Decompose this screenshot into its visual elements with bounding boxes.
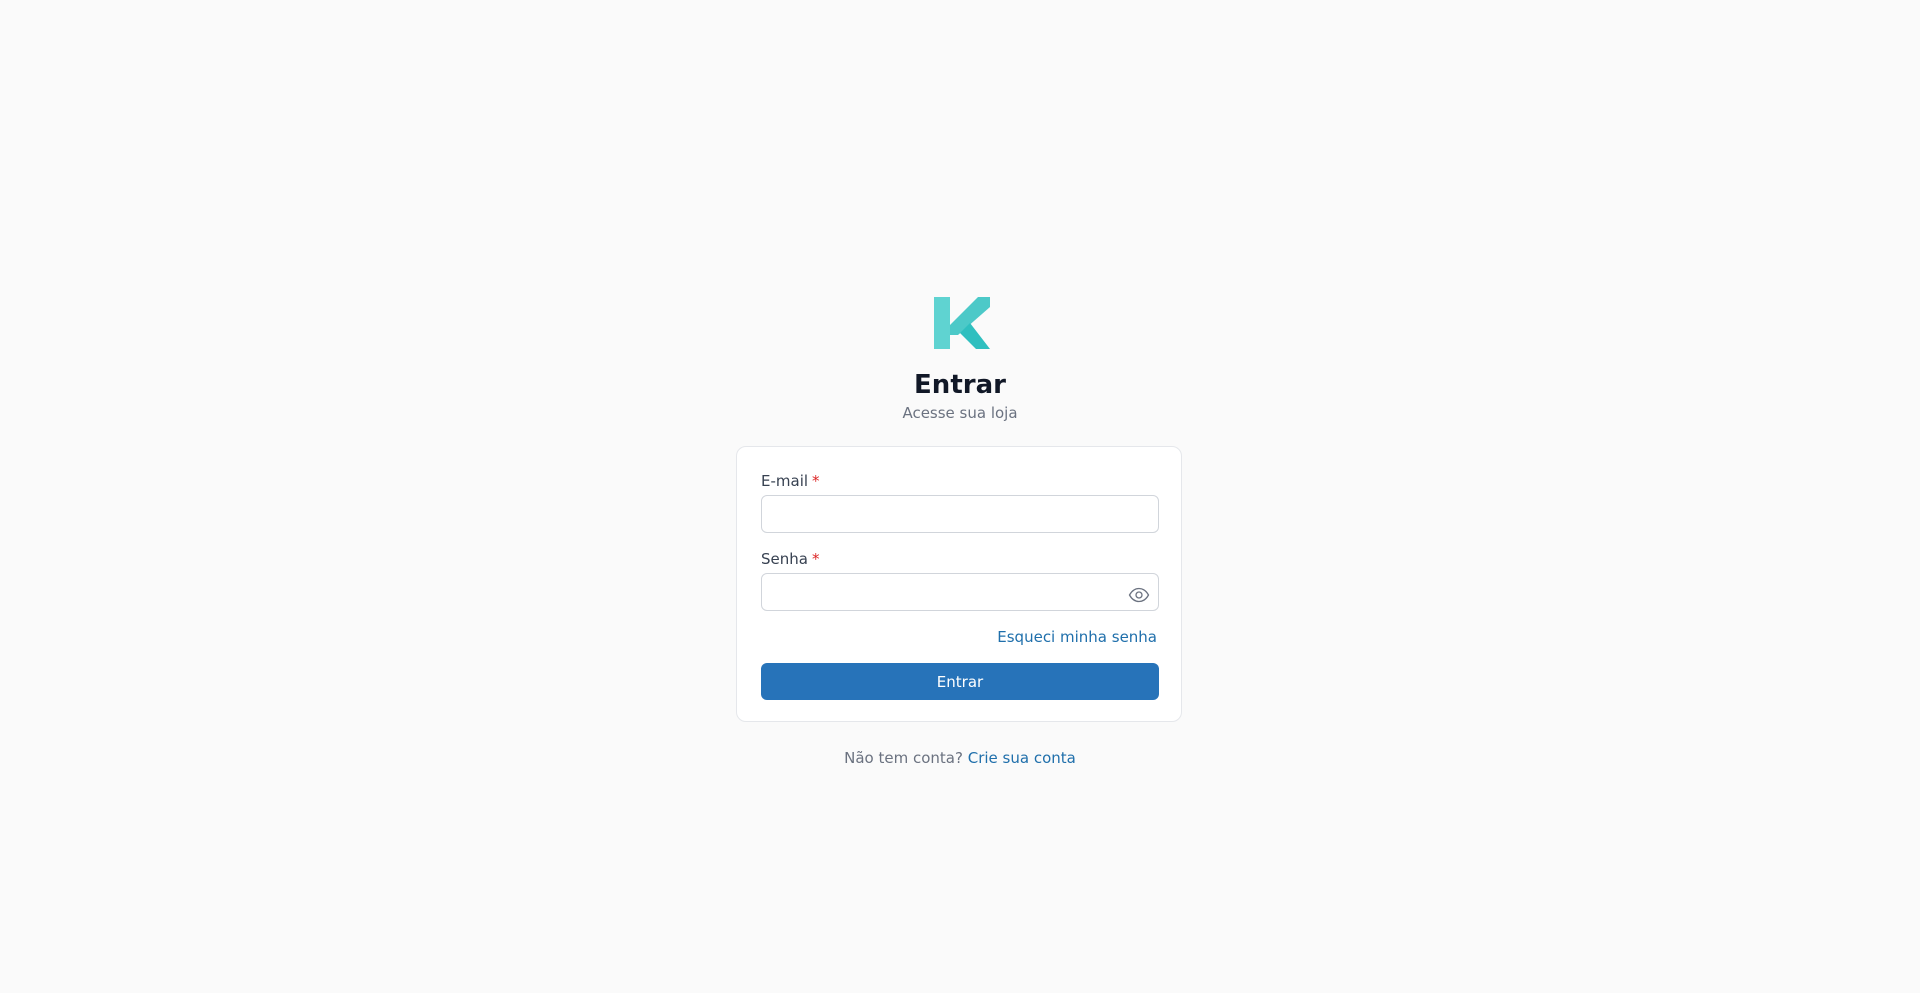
email-label: E-mail * bbox=[761, 471, 820, 491]
signup-prompt: Não tem conta? Crie sua conta bbox=[0, 747, 1920, 769]
password-label: Senha * bbox=[761, 549, 819, 569]
email-field[interactable] bbox=[761, 495, 1159, 533]
email-required-mark: * bbox=[812, 472, 820, 490]
eye-icon[interactable] bbox=[1127, 583, 1151, 607]
signup-prompt-text: Não tem conta? bbox=[844, 749, 963, 767]
k-logo-icon bbox=[934, 297, 990, 349]
login-card: E-mail * Senha * Esqueci minha senha Entra… bbox=[736, 446, 1182, 722]
password-field[interactable] bbox=[761, 573, 1159, 611]
login-page: Entrar Acesse sua loja E-mail * Senha * Es… bbox=[0, 0, 1920, 993]
email-label-text: E-mail bbox=[761, 472, 809, 490]
submit-button[interactable]: Entrar bbox=[761, 663, 1159, 700]
page-subtitle: Acesse sua loja bbox=[902, 404, 1018, 422]
forgot-password-link[interactable]: Esqueci minha senha bbox=[997, 627, 1157, 647]
signup-link[interactable]: Crie sua conta bbox=[968, 749, 1076, 767]
password-label-text: Senha bbox=[761, 550, 808, 568]
page-title: Entrar bbox=[914, 370, 1006, 400]
password-required-mark: * bbox=[811, 550, 820, 568]
